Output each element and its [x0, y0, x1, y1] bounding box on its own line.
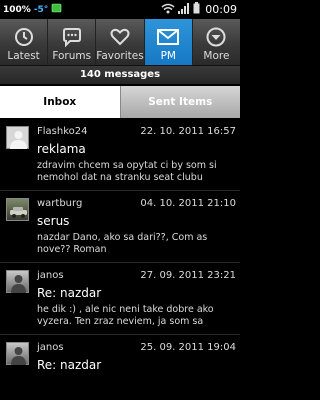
tab-latest[interactable]: Latest: [0, 19, 49, 65]
avatar: [6, 126, 29, 149]
message-sender: wartburg: [37, 198, 83, 209]
tab-pm-label: PM: [160, 50, 176, 62]
message-subject: Re: nazdar: [37, 286, 102, 300]
message-list: Flashko24 22. 10. 2011 16:57 reklama zdr…: [0, 119, 240, 400]
message-item[interactable]: janos 27. 09. 2011 23:21 Re: nazdar he d…: [0, 263, 240, 335]
message-sender: janos: [37, 270, 64, 281]
message-preview: nazdar Dano, ako sa dari??, Com as nove?…: [37, 232, 208, 255]
message-subject: reklama: [37, 142, 86, 156]
message-sender: janos: [37, 342, 64, 353]
chevron-down-icon: [206, 27, 226, 47]
chat-bubble-icon: [62, 28, 81, 48]
message-preview: zdravim chcem sa opytat ci by som si nem…: [37, 160, 217, 183]
sent-items-button[interactable]: Sent Items: [119, 86, 240, 118]
battery-icon: [51, 3, 62, 16]
tab-favorites[interactable]: Favorites: [96, 19, 145, 65]
battery-level-icon: [193, 2, 200, 17]
message-date: 27. 09. 2011 23:21: [140, 270, 236, 281]
clock: 00:09: [205, 3, 237, 16]
message-date: 25. 09. 2011 19:04: [140, 342, 236, 353]
avatar: [6, 342, 29, 365]
message-preview: he dik :) , ale nic neni take dobre ako …: [37, 304, 214, 327]
tab-pm[interactable]: PM: [144, 19, 193, 65]
envelope-icon: [157, 29, 180, 45]
message-item[interactable]: wartburg 04. 10. 2011 21:10 serus nazdar…: [0, 191, 240, 263]
inbox-button[interactable]: Inbox: [0, 86, 120, 118]
tab-forums[interactable]: Forums: [48, 19, 97, 65]
message-date: 22. 10. 2011 16:57: [140, 126, 236, 137]
status-bar: 100% -5° 00:09: [0, 0, 240, 19]
heart-icon: [110, 28, 130, 46]
temperature: -5°: [33, 4, 49, 15]
avatar: [6, 270, 29, 293]
tab-forums-label: Forums: [52, 50, 92, 62]
signal-icon: [178, 2, 190, 17]
message-date: 04. 10. 2011 21:10: [140, 198, 236, 209]
tab-bar: Latest Forums Favorites PM More: [0, 19, 240, 66]
message-sender: Flashko24: [37, 126, 88, 137]
clock-icon: [14, 28, 33, 46]
wifi-icon: [161, 3, 175, 17]
tab-more[interactable]: More: [193, 19, 240, 65]
message-item[interactable]: janos 25. 09. 2011 19:04 Re: nazdar: [0, 335, 240, 385]
message-subject: serus: [37, 214, 70, 228]
tab-more-label: More: [203, 50, 230, 62]
battery-percent: 100%: [3, 4, 31, 15]
message-subject: Re: nazdar: [37, 358, 102, 372]
avatar: [6, 198, 29, 221]
folder-switcher: Inbox Sent Items: [0, 86, 240, 118]
message-count: 140 messages: [0, 66, 240, 84]
message-item[interactable]: Flashko24 22. 10. 2011 16:57 reklama zdr…: [0, 119, 240, 191]
tab-favorites-label: Favorites: [96, 50, 144, 62]
tab-latest-label: Latest: [7, 50, 40, 62]
